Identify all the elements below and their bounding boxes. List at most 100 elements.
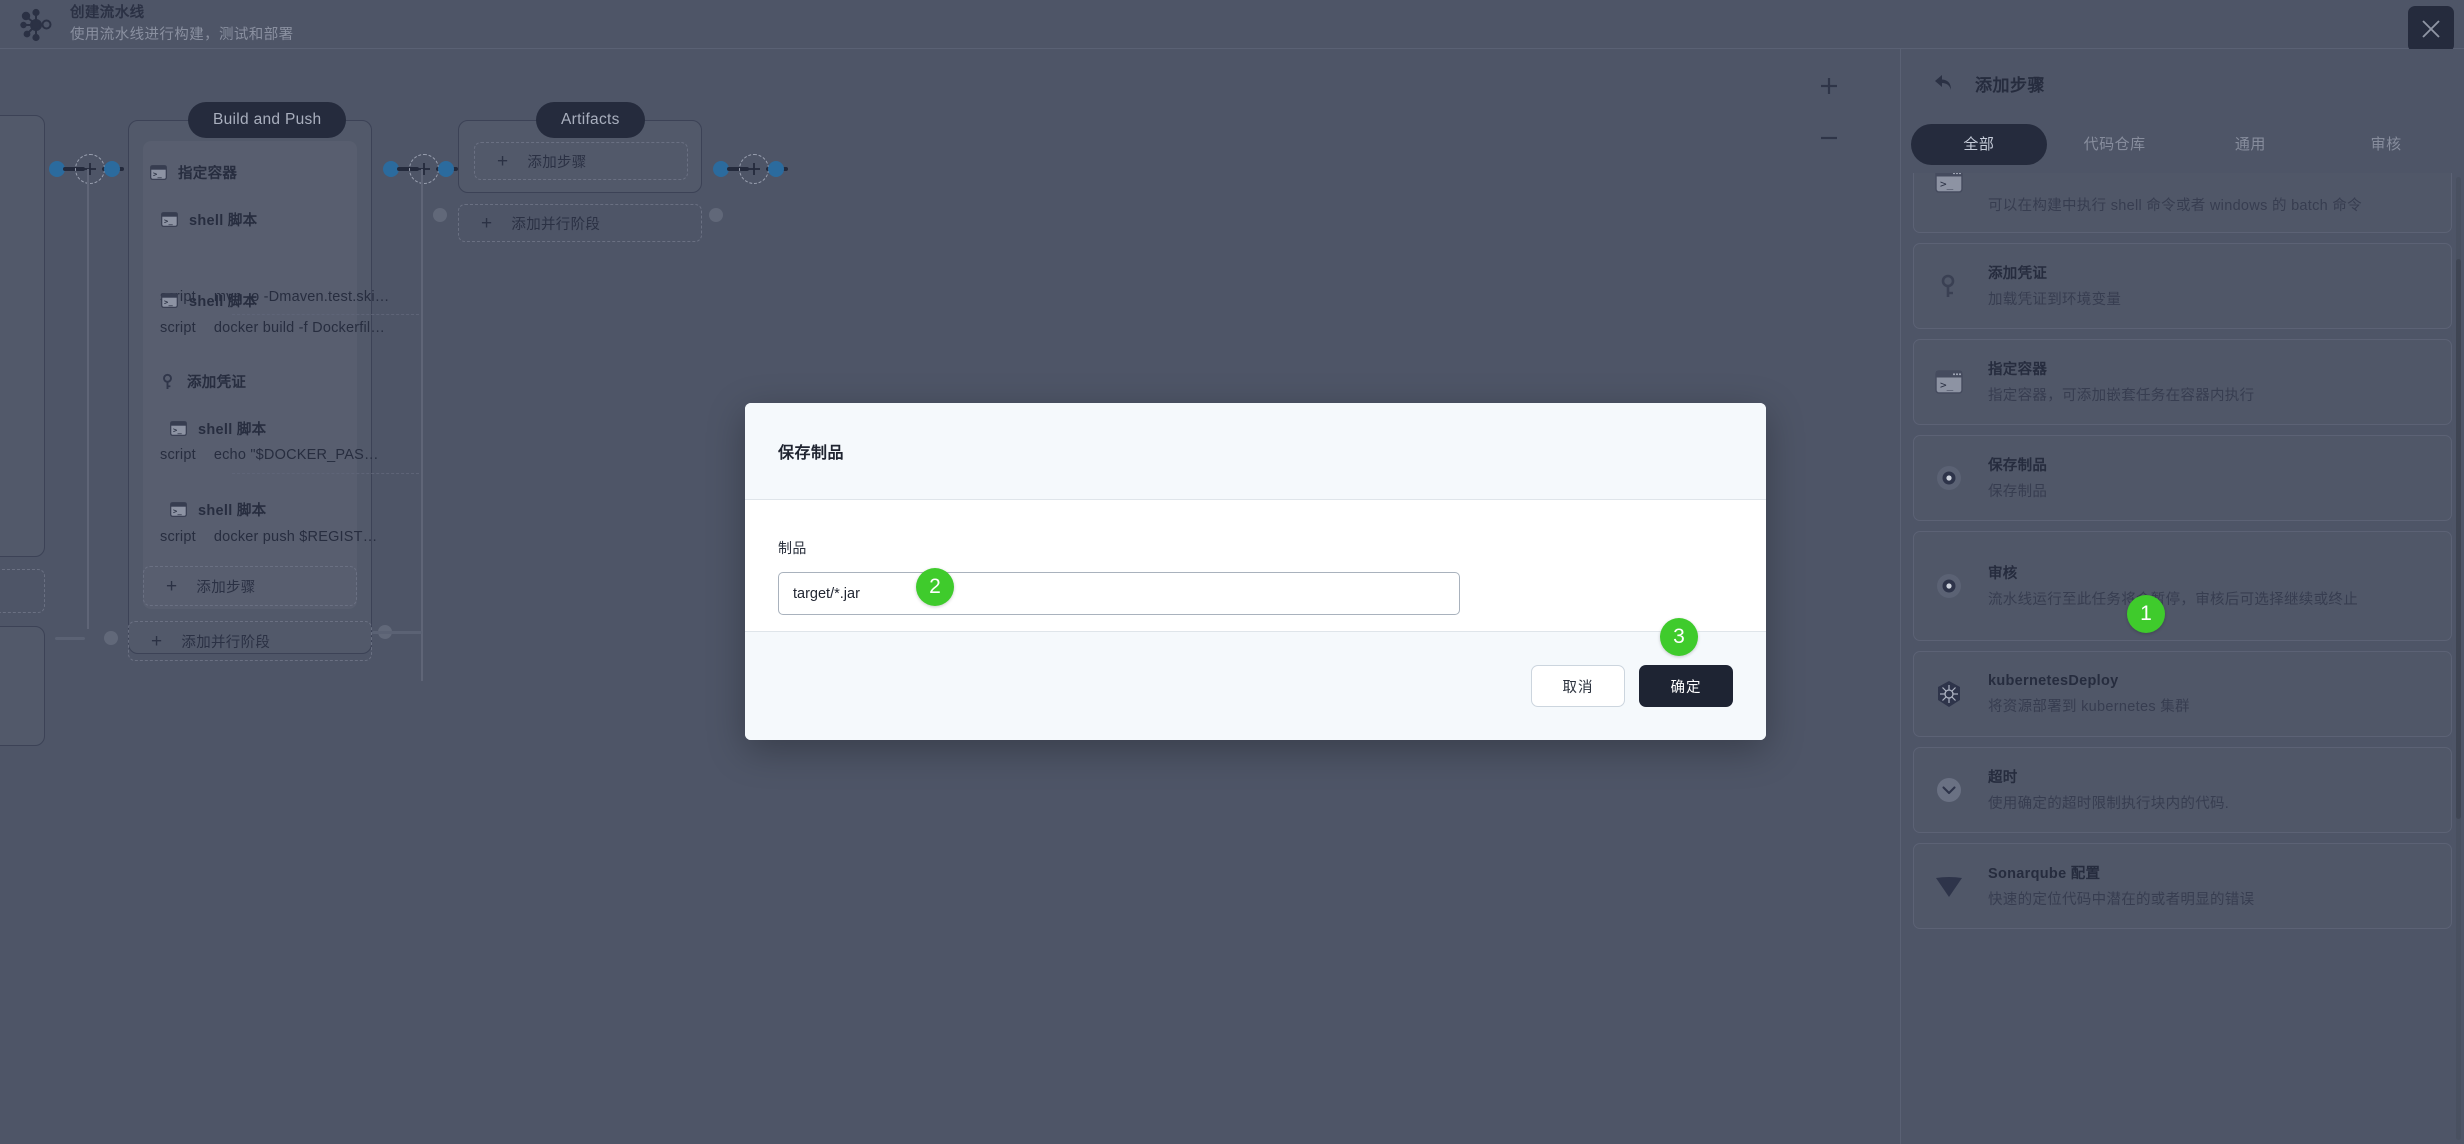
disc-icon xyxy=(1932,569,1966,603)
sidebar-item-name: kubernetesDeploy xyxy=(1988,672,2119,689)
sidebar-item-timeout[interactable]: 超时 使用确定的超时限制执行块内的代码. xyxy=(1913,747,2452,833)
terminal-icon: >_ xyxy=(161,212,178,227)
canvas-step-title: shell 脚本 xyxy=(198,503,267,519)
add-step-button-partial-left[interactable] xyxy=(0,569,45,613)
tab-all[interactable]: 全部 xyxy=(1911,124,2047,165)
connector-add-button-left[interactable] xyxy=(75,154,105,184)
sidebar-item-text: 超时 使用确定的超时限制执行块内的代码. xyxy=(1988,766,2431,814)
sidebar-scrollbar-thumb[interactable] xyxy=(2456,259,2461,819)
terminal-icon: >_ xyxy=(170,421,187,436)
script-value-label: echo "$DOCKER_PAS… xyxy=(213,447,379,463)
stage-box-partial-left[interactable] xyxy=(0,115,45,557)
header-text-block: 创建流水线 使用流水线进行构建，测试和部署 xyxy=(70,4,294,44)
artifact-input[interactable] xyxy=(778,572,1460,615)
add-parallel-stage-label: 添加并行阶段 xyxy=(511,216,601,233)
script-value-label: docker push $REGIST… xyxy=(213,529,378,545)
connector-line-muted-left xyxy=(55,637,85,640)
tab-code-repo[interactable]: 代码仓库 xyxy=(2047,124,2183,165)
add-parallel-stage-button-left[interactable]: + 添加并行阶段 xyxy=(128,621,372,661)
zoom-out-button[interactable] xyxy=(1814,123,1844,153)
stage-box-partial-left-2[interactable] xyxy=(0,626,45,746)
canvas-step-script-3: script echo "$DOCKER_PAS… xyxy=(160,447,379,463)
sidebar-item-text: 添加凭证 加载凭证到环境变量 xyxy=(1988,262,2431,310)
close-icon xyxy=(2420,18,2442,40)
zoom-in-button[interactable] xyxy=(1814,71,1844,101)
sidebar-item-name: 添加凭证 xyxy=(1988,266,2048,282)
step-badge-2: 2 xyxy=(916,568,954,606)
canvas-zoom-controls xyxy=(1814,71,1844,153)
canvas-step-add-credential[interactable]: 添加凭证 xyxy=(159,371,246,392)
script-key-label: script xyxy=(160,529,196,545)
sidebar-item-specify-container[interactable]: >_ 指定容器 指定容器，可添加嵌套任务在容器内执行 xyxy=(1913,339,2452,425)
step-badge-1: 1 xyxy=(2127,595,2165,633)
plus-icon: + xyxy=(497,150,509,172)
dialog-body: 制品 xyxy=(745,500,1766,631)
canvas-step-title: shell 脚本 xyxy=(189,213,258,229)
page-title: 创建流水线 xyxy=(70,4,145,21)
badge-number: 1 xyxy=(2140,602,2152,625)
kubernetes-icon xyxy=(1932,677,1966,711)
confirm-button[interactable]: 确定 xyxy=(1639,665,1733,707)
sidebar-item-desc: 使用确定的超时限制执行块内的代码. xyxy=(1988,796,2230,812)
sidebar-item-name: 超时 xyxy=(1988,770,2018,786)
add-step-button-build-and-push[interactable]: + 添加步骤 xyxy=(143,566,357,606)
svg-text:>_: >_ xyxy=(153,171,163,179)
step-badge-3: 3 xyxy=(1660,618,1698,656)
sidebar-item-desc: 流水线运行至此任务将会暂停，审核后可选择继续或终止 xyxy=(1988,592,2358,608)
canvas-step-shell-4[interactable]: >_ shell 脚本 xyxy=(170,499,266,520)
sidebar-step-list[interactable]: >_ 可以在构建中执行 shell 命令或者 windows 的 batch 命… xyxy=(1901,173,2464,1144)
add-step-sidebar: 添加步骤 全部 代码仓库 通用 审核 >_ 可以在构建中执行 shell 命令或… xyxy=(1900,49,2464,1144)
canvas-step-title: 指定容器 xyxy=(178,166,238,182)
sidebar-item-save-artifact[interactable]: 保存制品 保存制品 xyxy=(1913,435,2452,521)
canvas-step-shell-1[interactable]: >_ shell 脚本 xyxy=(161,209,257,230)
plus-icon: + xyxy=(166,575,178,597)
connector-dot-muted-left xyxy=(104,631,118,645)
connector-vline-mid-2 xyxy=(421,169,423,681)
sidebar-item-text: 指定容器 指定容器，可添加嵌套任务在容器内执行 xyxy=(1988,358,2431,406)
stage-tag-build-and-push[interactable]: Build and Push xyxy=(188,102,347,138)
back-arrow-icon[interactable] xyxy=(1933,74,1955,92)
sidebar-item-desc: 快速的定位代码中潜在的或者明显的错误 xyxy=(1988,892,2255,908)
sidebar-item-desc: 保存制品 xyxy=(1988,484,2048,500)
dialog-header: 保存制品 xyxy=(745,403,1766,500)
canvas-step-container[interactable]: >_ 指定容器 xyxy=(150,162,237,183)
artifact-field-label: 制品 xyxy=(778,540,807,556)
badge-number: 3 xyxy=(1673,625,1685,648)
terminal-icon: >_ xyxy=(1932,365,1966,399)
connector-add-button-mid[interactable] xyxy=(409,154,439,184)
save-artifact-dialog: 保存制品 制品 取消 确定 xyxy=(745,403,1766,740)
sidebar-item-text: Sonarqube 配置 快速的定位代码中潜在的或者明显的错误 xyxy=(1988,862,2431,910)
connector-add-button-right[interactable] xyxy=(739,154,769,184)
connector-line-muted-mid xyxy=(372,631,422,634)
terminal-icon: >_ xyxy=(161,293,178,308)
canvas-step-shell-2[interactable]: >_ shell 脚本 xyxy=(161,290,257,311)
tab-review[interactable]: 审核 xyxy=(2318,124,2454,165)
pipeline-node-icon xyxy=(8,0,64,53)
add-parallel-stage-button-artifacts[interactable]: + 添加并行阶段 xyxy=(458,204,702,242)
close-button[interactable] xyxy=(2408,6,2454,52)
svg-text:>_: >_ xyxy=(1940,379,1954,392)
sidebar-item-text: 保存制品 保存制品 xyxy=(1988,454,2431,502)
sidebar-item-sonarqube-config[interactable]: Sonarqube 配置 快速的定位代码中潜在的或者明显的错误 xyxy=(1913,843,2452,929)
svg-text:>_: >_ xyxy=(173,508,183,516)
sidebar-item-text: 审核 流水线运行至此任务将会暂停，审核后可选择继续或终止 xyxy=(1988,562,2431,610)
sidebar-item-text: 可以在构建中执行 shell 命令或者 windows 的 batch 命令 xyxy=(1988,196,2431,216)
sidebar-item-kubernetes-deploy[interactable]: kubernetesDeploy 将资源部署到 kubernetes 集群 xyxy=(1913,651,2452,737)
tab-general[interactable]: 通用 xyxy=(2183,124,2319,165)
cancel-button[interactable]: 取消 xyxy=(1531,665,1625,707)
app-header: 创建流水线 使用流水线进行构建，测试和部署 xyxy=(0,0,2464,52)
connector-vline-left xyxy=(87,169,89,629)
sidebar-item-add-credential[interactable]: 添加凭证 加载凭证到环境变量 xyxy=(1913,243,2452,329)
script-key-label: script xyxy=(160,447,196,463)
svg-text:>_: >_ xyxy=(173,427,183,435)
svg-text:>_: >_ xyxy=(164,299,174,307)
terminal-icon: >_ xyxy=(170,502,187,517)
sidebar-item-shell-script[interactable]: >_ 可以在构建中执行 shell 命令或者 windows 的 batch 命… xyxy=(1913,173,2452,233)
terminal-icon: >_ xyxy=(1932,173,1966,198)
stage-tag-artifacts[interactable]: Artifacts xyxy=(536,102,645,138)
sidebar-tabs: 全部 代码仓库 通用 审核 xyxy=(1901,117,2464,172)
sidebar-item-review[interactable]: 审核 流水线运行至此任务将会暂停，审核后可选择继续或终止 xyxy=(1913,531,2452,641)
add-step-button-artifacts[interactable]: + 添加步骤 xyxy=(474,142,688,180)
canvas-step-shell-3[interactable]: >_ shell 脚本 xyxy=(170,418,266,439)
canvas-step-divider xyxy=(232,314,419,315)
